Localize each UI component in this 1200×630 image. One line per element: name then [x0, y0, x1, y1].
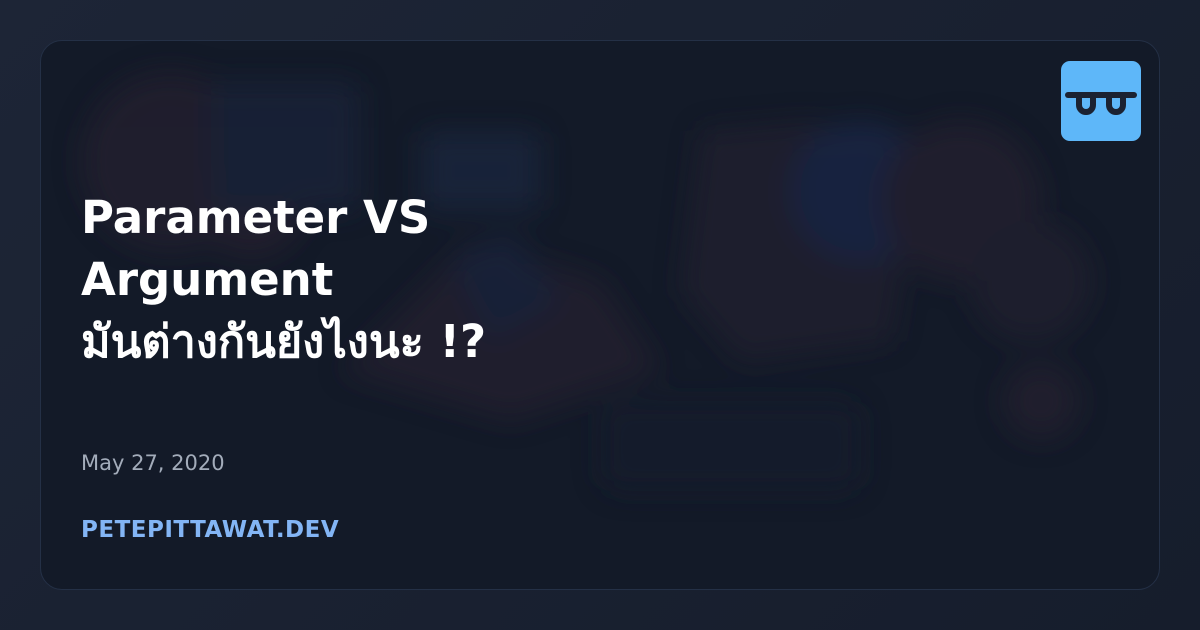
post-title-line-1: Parameter VS: [81, 191, 431, 244]
post-title: Parameter VS Argument มันต่างกันยังไงนะ …: [81, 187, 981, 373]
post-date: May 27, 2020: [81, 451, 225, 475]
post-title-line-2: Argument: [81, 253, 334, 306]
site-logo[interactable]: [1061, 61, 1141, 141]
post-title-line-3: มันต่างกันยังไงนะ !?: [81, 315, 487, 368]
post-card: Parameter VS Argument มันต่างกันยังไงนะ …: [40, 40, 1160, 590]
og-image: Parameter VS Argument มันต่างกันยังไงนะ …: [0, 0, 1200, 630]
rounded-glasses-logo-icon: [1065, 92, 1137, 115]
site-name-link[interactable]: PETEPITTAWAT.DEV: [81, 515, 339, 545]
